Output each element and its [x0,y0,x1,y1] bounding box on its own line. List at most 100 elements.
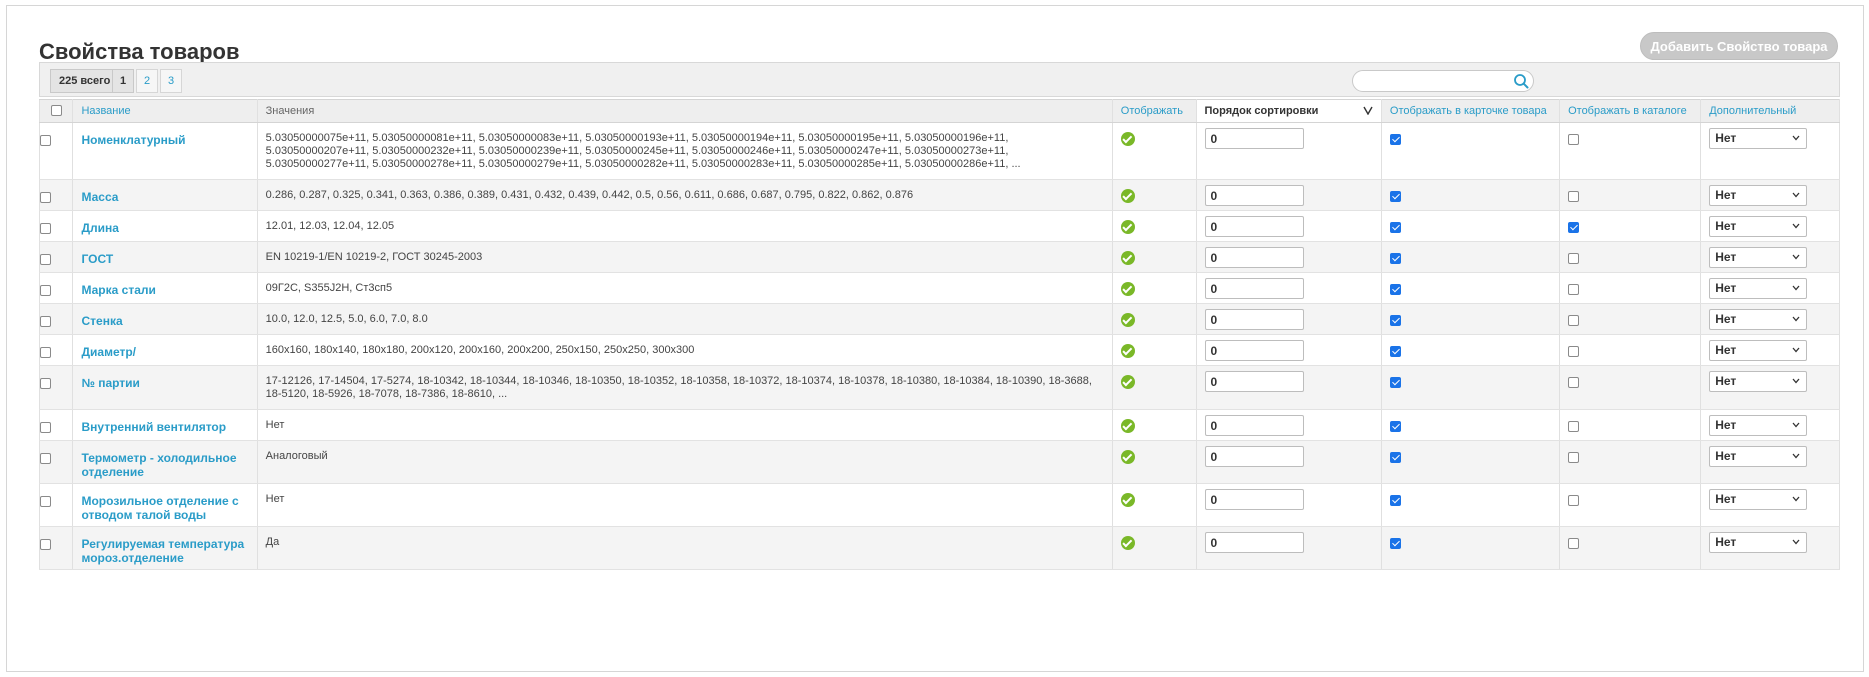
show-in-catalog-checkbox[interactable] [1568,222,1580,233]
page-1-button[interactable]: 1 [112,69,134,93]
row-select-checkbox[interactable] [40,223,51,234]
row-select-checkbox[interactable] [40,422,51,433]
sort-order-input[interactable] [1204,340,1304,361]
show-in-catalog-checkbox[interactable] [1568,253,1580,264]
column-sort-header[interactable]: Порядок сортировки [1195,99,1382,123]
sort-order-input[interactable] [1204,489,1304,510]
check-circle-icon[interactable] [1120,536,1135,550]
row-select-checkbox[interactable] [40,496,51,507]
sort-order-input[interactable] [1204,185,1304,206]
additional-select[interactable]: Нет [1709,371,1808,392]
page-2-button[interactable]: 2 [136,69,158,93]
additional-select[interactable]: Нет [1709,247,1808,268]
add-property-button[interactable]: Добавить Свойство товара [1640,32,1838,60]
show-in-catalog-checkbox[interactable] [1568,495,1580,506]
show-in-catalog-checkbox[interactable] [1568,538,1580,549]
column-card-header[interactable]: Отображать в карточке товара [1380,99,1561,123]
additional-select[interactable]: Нет [1709,532,1808,553]
additional-select[interactable]: Нет [1709,216,1808,237]
sort-order-input[interactable] [1204,415,1304,436]
sort-order-input[interactable] [1204,278,1304,299]
property-name-link[interactable]: Масса [72,179,258,211]
check-circle-icon[interactable] [1120,493,1135,507]
property-name-link[interactable]: Морозильное отделение с отводом талой вод… [72,483,258,527]
sort-order-input[interactable] [1204,128,1304,149]
check-circle-icon[interactable] [1120,132,1135,146]
column-extra-header[interactable]: Дополнительный [1700,99,1840,123]
property-name-link[interactable]: № партии [72,365,258,410]
property-name-link[interactable]: Стенка [72,303,258,335]
check-circle-icon[interactable] [1120,189,1135,203]
property-name-link[interactable]: Марка стали [72,272,258,304]
sort-order-input[interactable] [1204,309,1304,330]
property-name-link[interactable]: Регулируемая температура мороз.отделение [72,526,258,570]
search-input[interactable] [1352,70,1534,92]
row-select-checkbox[interactable] [40,135,51,146]
check-circle-icon[interactable] [1120,251,1135,265]
additional-select[interactable]: Нет [1709,489,1808,510]
row-select-checkbox[interactable] [40,347,51,358]
select-all-checkbox[interactable] [50,105,62,116]
check-circle-icon[interactable] [1120,282,1135,296]
sort-order-input[interactable] [1204,446,1304,467]
column-name-header[interactable]: Название [72,99,258,123]
show-in-catalog-checkbox[interactable] [1568,421,1580,432]
column-show-header[interactable]: Отображать [1111,99,1197,123]
check-circle-icon[interactable] [1120,419,1135,433]
property-name-link[interactable]: ГОСТ [72,241,258,273]
sort-order-input[interactable] [1204,247,1304,268]
property-name-link[interactable]: Внутренний вентилятор [72,409,258,441]
card-cell [1380,210,1561,242]
show-in-card-checkbox[interactable] [1389,421,1401,432]
show-in-catalog-checkbox[interactable] [1568,284,1580,295]
show-in-catalog-checkbox[interactable] [1568,452,1580,463]
additional-select[interactable]: Нет [1709,185,1808,206]
show-in-card-checkbox[interactable] [1389,222,1401,233]
show-in-card-checkbox[interactable] [1389,377,1401,388]
show-in-card-checkbox[interactable] [1389,346,1401,357]
check-circle-icon[interactable] [1120,375,1135,389]
row-select-checkbox[interactable] [40,316,51,327]
column-catalog-header[interactable]: Отображать в каталоге [1559,99,1702,123]
row-select-checkbox[interactable] [40,192,51,203]
show-in-card-checkbox[interactable] [1389,191,1401,202]
show-in-card-checkbox[interactable] [1389,253,1401,264]
property-name-link[interactable]: Номенклатурный [72,122,258,180]
property-name-link[interactable]: Длина [72,210,258,242]
row-select-checkbox[interactable] [40,285,51,296]
row-select-checkbox[interactable] [40,453,51,464]
page-3-button[interactable]: 3 [160,69,182,93]
sort-order-input[interactable] [1204,371,1304,392]
row-select-checkbox[interactable] [40,378,51,389]
check-circle-icon[interactable] [1120,344,1135,358]
show-in-card-checkbox[interactable] [1389,315,1401,326]
additional-select[interactable]: Нет [1709,340,1808,361]
property-name-link[interactable]: Диаметр/ [72,334,258,366]
additional-select[interactable]: Нет [1709,446,1808,467]
sort-order-input[interactable] [1204,532,1304,553]
additional-select[interactable]: Нет [1709,278,1808,299]
check-circle-icon[interactable] [1120,220,1135,234]
sort-order-input[interactable] [1204,216,1304,237]
row-select-checkbox[interactable] [40,254,51,265]
additional-select[interactable]: Нет [1709,128,1808,149]
show-in-card-checkbox[interactable] [1389,284,1401,295]
show-in-catalog-checkbox[interactable] [1568,315,1580,326]
show-in-catalog-checkbox[interactable] [1568,346,1580,357]
additional-select[interactable]: Нет [1709,415,1808,436]
check-circle-icon[interactable] [1120,450,1135,464]
search-icon[interactable] [1513,73,1529,89]
show-in-catalog-checkbox[interactable] [1568,191,1580,202]
show-in-card-checkbox[interactable] [1389,495,1401,506]
table-row: Длина 12.01, 12.03, 12.04, 12.05 Нет [38,210,1840,242]
check-circle-icon[interactable] [1120,313,1135,327]
show-in-catalog-checkbox[interactable] [1568,377,1580,388]
property-name-link[interactable]: Термометр - холодильное отделение [72,440,258,484]
extra-cell: Нет [1700,122,1840,180]
show-in-card-checkbox[interactable] [1389,134,1401,145]
show-in-catalog-checkbox[interactable] [1568,134,1580,145]
additional-select[interactable]: Нет [1709,309,1808,330]
show-in-card-checkbox[interactable] [1389,538,1401,549]
row-select-checkbox[interactable] [40,539,51,550]
show-in-card-checkbox[interactable] [1389,452,1401,463]
